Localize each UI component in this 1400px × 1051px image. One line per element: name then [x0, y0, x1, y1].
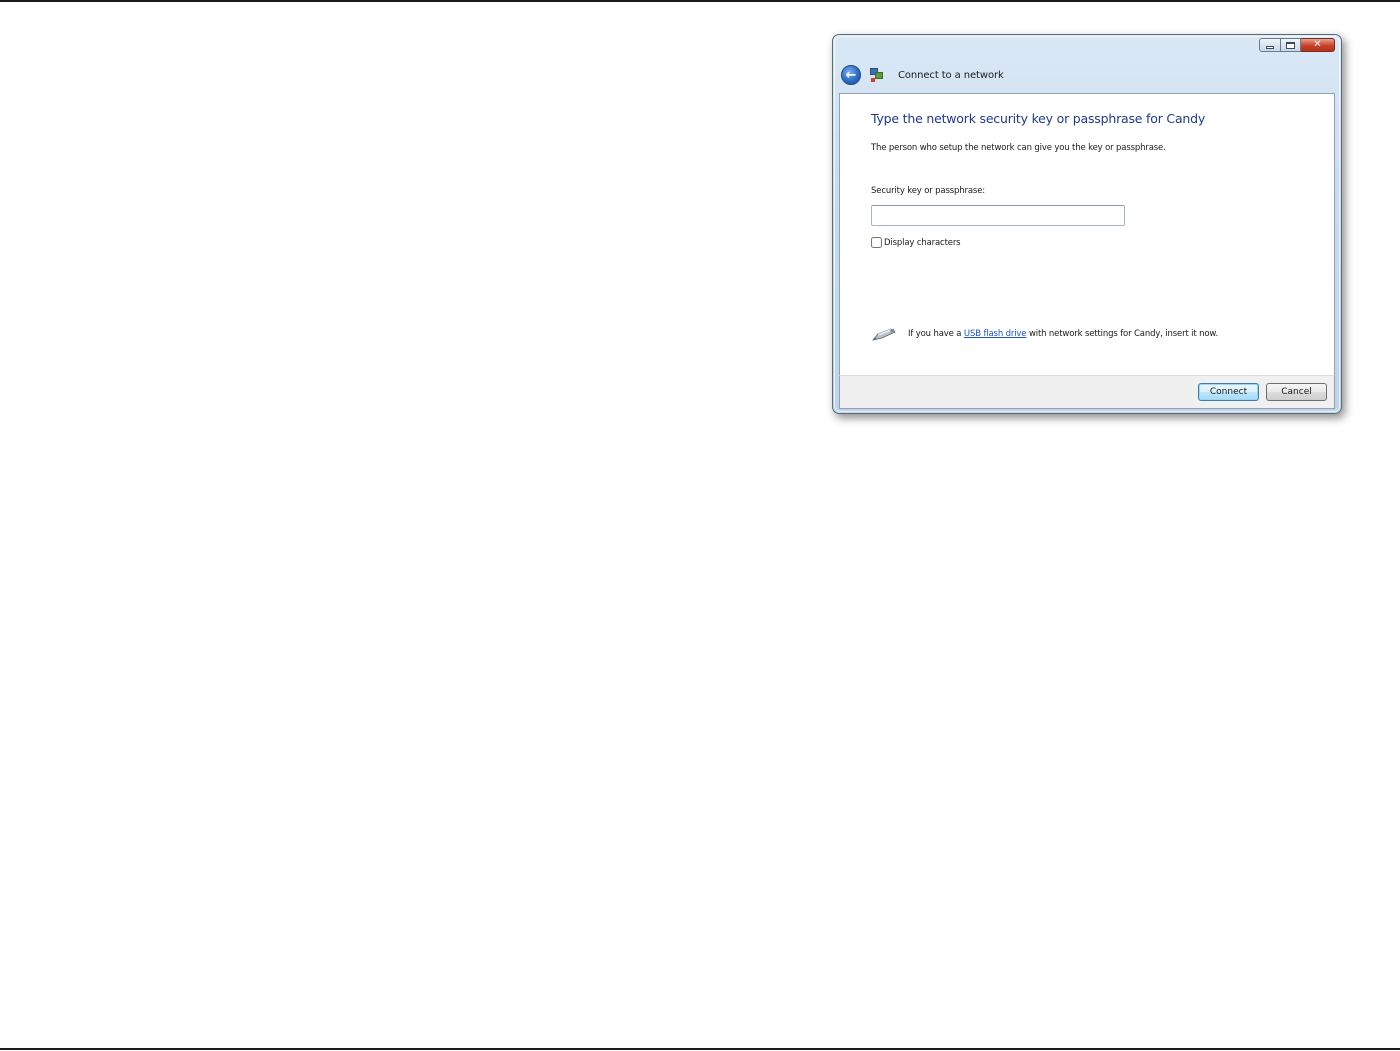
close-icon: ✕ [1313, 39, 1322, 50]
maximize-icon [1286, 41, 1295, 49]
display-characters-checkbox[interactable] [871, 237, 882, 248]
back-button[interactable]: ← [841, 65, 861, 85]
page: ✕ ← Connect to a network Type the networ… [0, 0, 1400, 1051]
page-heading: Type the network security key or passphr… [871, 111, 1206, 126]
minimize-button[interactable] [1259, 38, 1281, 52]
instruction-text: The person who setup the network can giv… [871, 143, 1166, 153]
top-rule [0, 0, 1400, 2]
connect-button[interactable]: Connect [1198, 383, 1259, 401]
dialog-footer: Connect Cancel [839, 375, 1335, 409]
maximize-button[interactable] [1281, 38, 1301, 52]
display-characters-label[interactable]: Display characters [884, 238, 961, 248]
security-key-label: Security key or passphrase: [871, 186, 986, 196]
nav-bar: ← Connect to a network [841, 65, 1004, 85]
display-characters-row[interactable]: Display characters [871, 237, 961, 248]
content-pane: Type the network security key or passphr… [839, 93, 1335, 375]
bottom-rule [0, 1048, 1400, 1050]
cancel-button[interactable]: Cancel [1266, 383, 1327, 401]
caption-buttons: ✕ [1259, 38, 1335, 52]
back-arrow-icon: ← [845, 67, 857, 83]
close-button[interactable]: ✕ [1301, 38, 1335, 52]
usb-hint-text: If you have a USB flash drive with netwo… [908, 329, 1218, 339]
usb-flash-drive-link[interactable]: USB flash drive [964, 329, 1027, 339]
minimize-icon [1266, 46, 1274, 49]
network-icon [870, 68, 884, 82]
window-title: Connect to a network [898, 69, 1004, 81]
security-key-input[interactable] [871, 205, 1125, 226]
connect-dialog: ✕ ← Connect to a network Type the networ… [832, 34, 1342, 414]
usb-drive-icon [871, 328, 896, 341]
usb-hint: If you have a USB flash drive with netwo… [871, 326, 1218, 342]
